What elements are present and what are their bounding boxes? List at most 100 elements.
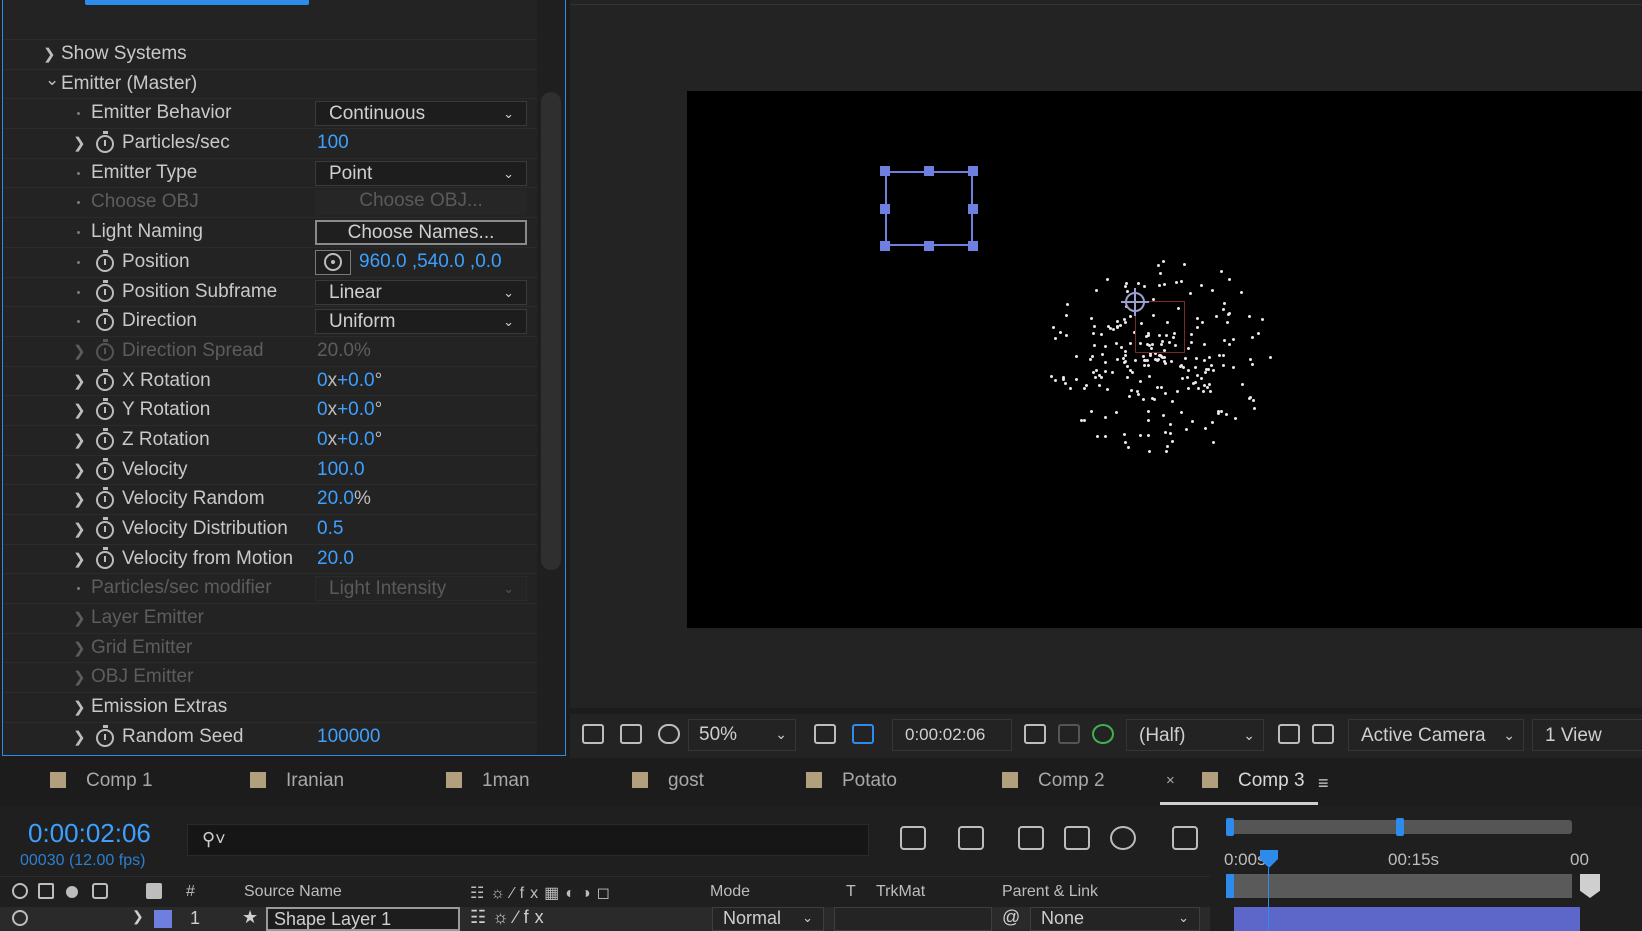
transform-handle[interactable]	[880, 166, 890, 176]
effect-row-particles-sec-modifier[interactable]: Particles/sec modifier Light Intensity ⌄	[3, 573, 537, 603]
chevron-right-icon[interactable]: ❯	[73, 372, 86, 390]
composition-canvas[interactable]	[687, 91, 1642, 628]
property-button[interactable]: Choose OBJ...	[315, 190, 527, 216]
chevron-right-icon[interactable]: ❯	[73, 520, 86, 538]
eye-icon[interactable]	[12, 883, 28, 899]
target-region-icon[interactable]	[1278, 724, 1300, 744]
chevron-right-icon[interactable]: ❯	[73, 401, 86, 419]
stopwatch-icon[interactable]	[96, 309, 114, 332]
effect-row-grid-emitter[interactable]: ❯ Grid Emitter	[3, 632, 537, 663]
lock-icon[interactable]	[92, 883, 108, 899]
shy-layers-icon[interactable]	[1018, 826, 1044, 850]
eye-icon[interactable]	[12, 910, 28, 926]
transform-handle[interactable]	[968, 241, 978, 251]
effect-row-z-rotation[interactable]: ❯ Z Rotation 0x+0.0°	[3, 424, 537, 455]
tab-gost[interactable]: gost	[632, 770, 704, 792]
effect-row-x-rotation[interactable]: ❯ X Rotation 0x+0.0°	[3, 365, 537, 396]
effect-row-layer-emitter[interactable]: ❯ Layer Emitter	[3, 603, 537, 633]
property-value[interactable]: 20.0%	[317, 340, 371, 362]
stopwatch-icon[interactable]	[96, 398, 114, 421]
chevron-right-icon[interactable]: ❯	[73, 728, 86, 746]
effect-row-emission-extras[interactable]: ❯ Emission Extras	[3, 692, 537, 722]
monitor-icon[interactable]	[620, 724, 642, 744]
tab-iranian[interactable]: Iranian	[250, 770, 344, 792]
transform-handle[interactable]	[924, 166, 934, 176]
layer-duration-bar[interactable]	[1234, 907, 1580, 931]
time-navigator-start[interactable]	[1226, 818, 1234, 836]
audio-icon[interactable]	[38, 883, 54, 899]
label-color-swatch[interactable]	[154, 910, 172, 928]
property-value[interactable]: 100	[317, 132, 349, 154]
property-value[interactable]: 100.0	[317, 459, 365, 481]
point-picker[interactable]	[315, 249, 351, 275]
effect-row-direction-spread[interactable]: ❯ Direction Spread 20.0%	[3, 335, 537, 366]
work-area-end[interactable]	[1580, 874, 1600, 898]
stopwatch-icon[interactable]	[96, 279, 114, 302]
chevron-right-icon[interactable]: ❯	[73, 490, 86, 508]
property-dropdown[interactable]: Point ⌄	[315, 160, 527, 186]
frame-blending-icon[interactable]	[1064, 826, 1090, 850]
property-value[interactable]: 960.0 ,540.0 ,0.0	[359, 251, 502, 273]
tab-1man[interactable]: 1man	[446, 770, 530, 792]
stopwatch-icon[interactable]	[96, 249, 114, 272]
effect-row-velocity[interactable]: ❯ Velocity 100.0	[3, 454, 537, 485]
property-value[interactable]: 0x+0.0°	[317, 399, 382, 421]
transparency-grid-icon[interactable]	[1312, 724, 1334, 744]
region-of-interest-icon[interactable]	[852, 724, 874, 744]
tab-potato[interactable]: Potato	[806, 770, 897, 792]
layer-search-input[interactable]: ⚲˅	[187, 824, 869, 856]
camera-dropdown[interactable]: Active Camera ⌄	[1348, 719, 1524, 751]
tab-comp-3[interactable]: Comp 3	[1202, 770, 1305, 792]
effect-row-emitter-behavior[interactable]: Emitter Behavior Continuous ⌄	[3, 98, 537, 128]
property-value[interactable]: 100000	[317, 726, 380, 748]
stopwatch-icon[interactable]	[96, 517, 114, 539]
effect-row-y-rotation[interactable]: ❯ Y Rotation 0x+0.0°	[3, 395, 537, 425]
pick-whip-icon[interactable]: @	[1002, 907, 1020, 928]
stopwatch-icon[interactable]	[96, 724, 114, 747]
effect-row-velocity-random[interactable]: ❯ Velocity Random 20.0%	[3, 484, 537, 514]
blend-mode-dropdown[interactable]: Normal ⌄	[712, 907, 824, 931]
property-dropdown[interactable]: Continuous ⌄	[315, 101, 527, 127]
effect-row-emitter-type[interactable]: Emitter Type Point ⌄	[3, 157, 537, 188]
parent-dropdown[interactable]: None ⌄	[1030, 907, 1200, 931]
property-button[interactable]: Choose Names...	[315, 220, 527, 246]
tab-comp-2[interactable]: Comp 2	[1002, 770, 1105, 792]
chevron-right-icon[interactable]: ❯	[73, 609, 86, 627]
time-navigator-end[interactable]	[1396, 818, 1404, 836]
stopwatch-icon[interactable]	[96, 546, 114, 569]
work-area-bar[interactable]	[1226, 874, 1572, 898]
draft-3d-icon[interactable]	[958, 826, 984, 850]
column-source-name[interactable]: Source Name	[244, 883, 342, 901]
transform-handle[interactable]	[880, 204, 890, 214]
property-value[interactable]: 20.0%	[317, 488, 371, 510]
effect-row-choose-obj[interactable]: Choose OBJ Choose OBJ...	[3, 187, 537, 217]
chevron-right-icon[interactable]: ❯	[73, 461, 86, 479]
shape-layer-bounding-box[interactable]	[885, 171, 973, 246]
effect-row-direction[interactable]: Direction Uniform ⌄	[3, 306, 537, 336]
chevron-right-icon[interactable]: ❯	[73, 431, 86, 449]
chevron-right-icon[interactable]: ❯	[73, 134, 86, 152]
panel-menu-icon[interactable]: ≡	[1318, 773, 1329, 794]
show-snapshot-icon[interactable]	[1058, 724, 1080, 744]
close-icon[interactable]: ×	[1166, 772, 1175, 789]
effect-row-velocity-from-motion[interactable]: ❯ Velocity from Motion 20.0	[3, 543, 537, 574]
effect-row-show-systems[interactable]: ❯ Show Systems	[3, 39, 537, 69]
property-value[interactable]: 20.0	[317, 548, 354, 570]
property-value[interactable]: 0.5	[317, 518, 343, 540]
effect-row-obj-emitter[interactable]: ❯ OBJ Emitter	[3, 662, 537, 692]
emitter-position-crosshair[interactable]	[1121, 288, 1149, 316]
effect-row-position-subframe[interactable]: Position Subframe Linear ⌄	[3, 276, 537, 307]
camera-snapshot-icon[interactable]	[1024, 724, 1046, 744]
effect-row-light-naming[interactable]: Light Naming Choose Names...	[3, 217, 537, 247]
transform-handle[interactable]	[968, 166, 978, 176]
stopwatch-icon[interactable]	[96, 368, 114, 391]
layer-name-field[interactable]: Shape Layer 1	[266, 907, 460, 931]
zoom-dropdown[interactable]: 50% ⌄	[688, 719, 796, 751]
always-preview-icon[interactable]	[582, 724, 604, 744]
property-value[interactable]: 0x+0.0°	[317, 370, 382, 392]
timeline-current-time[interactable]: 0:00:02:06	[28, 818, 151, 849]
stopwatch-icon[interactable]	[96, 487, 114, 510]
effect-row-particles-sec[interactable]: ❯ Particles/sec 100	[3, 128, 537, 158]
property-dropdown[interactable]: Light Intensity ⌄	[315, 576, 527, 602]
mask-icon[interactable]	[658, 724, 680, 744]
